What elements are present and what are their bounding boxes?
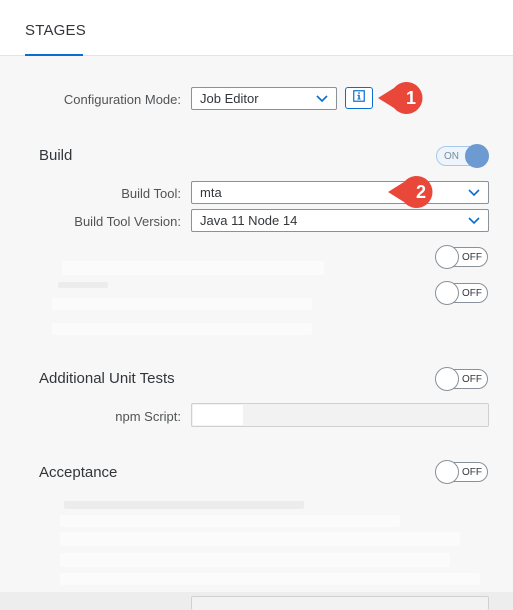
build-tool-label: Build Tool: [121,186,181,201]
npm-script-input[interactable] [191,403,489,427]
build-section-title: Build [39,147,73,164]
switch-knob [465,144,489,168]
redacted-text [60,573,480,585]
redacted-text [64,501,304,509]
redacted-text [52,298,312,310]
acceptance-switch[interactable]: OFF [435,460,488,484]
build-switch[interactable]: ON [436,144,489,168]
stages-header: STAGES [0,0,513,56]
callout-2-marker: 2 [384,174,440,210]
callout-2-number: 2 [415,182,426,202]
tab-stages[interactable]: STAGES [25,22,86,39]
chevron-down-icon [468,188,480,198]
switch-knob [435,367,459,391]
redacted-text [62,261,324,275]
switch-knob [435,281,459,305]
callout-1-marker: 1 [374,80,430,116]
configuration-mode-value: Job Editor [200,91,259,106]
tab-active-indicator [25,54,83,56]
switch-label: OFF [462,288,482,299]
configuration-mode-label: Configuration Mode: [63,92,181,107]
acceptance-switch-label: OFF [462,467,482,478]
redacted-text [58,282,108,288]
build-switch-label: ON [444,151,459,162]
redacted-text [52,323,312,335]
build-option-switch-1[interactable]: OFF [435,245,488,269]
unit-tests-switch-label: OFF [462,374,482,385]
unit-tests-switch[interactable]: OFF [435,367,488,391]
info-button[interactable] [345,87,373,109]
build-tool-version-label: Build Tool Version: [74,214,181,229]
build-tool-value: mta [200,185,222,200]
npm-script-label: npm Script: [115,409,181,424]
info-icon [353,89,365,107]
chevron-down-icon [316,94,328,104]
partial-input[interactable] [191,596,489,610]
redacted-text [60,532,460,546]
build-option-switch-2[interactable]: OFF [435,281,488,305]
chevron-down-icon [468,216,480,226]
switch-label: OFF [462,252,482,263]
switch-knob [435,460,459,484]
redacted-text [60,553,450,567]
build-tool-version-value: Java 11 Node 14 [200,213,298,228]
acceptance-section-title: Acceptance [39,464,118,481]
configuration-mode-select[interactable]: Job Editor [191,87,337,110]
build-tool-select[interactable]: mta [191,181,489,204]
build-tool-version-select[interactable]: Java 11 Node 14 [191,209,489,232]
input-fill [193,405,243,425]
unit-tests-section-title: Additional Unit Tests [39,370,175,387]
callout-1-number: 1 [405,88,416,108]
redacted-text [60,515,400,527]
switch-knob [435,245,459,269]
